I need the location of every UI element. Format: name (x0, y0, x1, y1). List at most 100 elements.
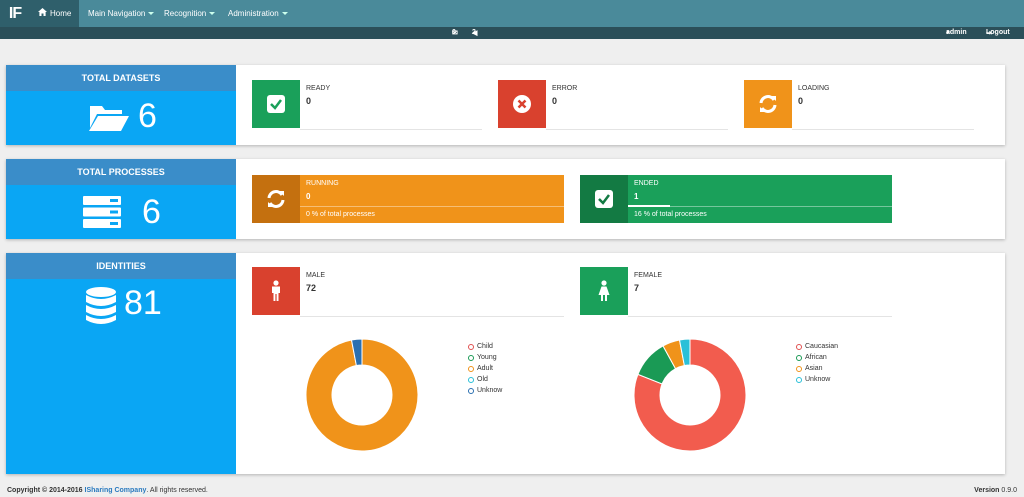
nav-main-navigation[interactable]: Main Navigation (80, 0, 162, 27)
error-label: ERROR (552, 85, 578, 92)
processes-total: 6 (142, 193, 161, 231)
server-icon (83, 196, 121, 228)
loading-value: 0 (798, 96, 804, 106)
legend-label: Young (477, 354, 497, 361)
processes-summary: TOTAL PROCESSES 6 (6, 159, 236, 239)
refresh-icon (759, 95, 777, 113)
legend-item[interactable]: Caucasian (796, 341, 838, 352)
ended-tile[interactable]: ENDED 1 16 % of total processes (580, 175, 892, 223)
check-square-icon (595, 190, 613, 208)
running-value: 0 (306, 192, 311, 201)
male-tile[interactable]: MALE 72 (252, 267, 564, 317)
legend-label: Asian (805, 365, 823, 372)
legend-swatch (468, 343, 474, 350)
running-tile[interactable]: RUNNING 0 0 % of total processes (252, 175, 564, 223)
version-info: Version 0.9.0 (974, 487, 1017, 494)
error-value: 0 (552, 96, 558, 106)
legend-item[interactable]: Unknow (796, 374, 838, 385)
error-tile[interactable]: ERROR 0 (498, 80, 728, 130)
check-square-icon (267, 95, 285, 113)
female-icon-box (580, 267, 628, 315)
database-icon (86, 287, 116, 324)
divider (300, 129, 482, 130)
times-circle-icon (513, 95, 531, 113)
footer: Copyright © 2014-2016 ISharing Company. … (0, 484, 1024, 497)
legend-item[interactable]: Adult (468, 363, 502, 374)
legend-swatch (468, 376, 474, 383)
female-label: FEMALE (634, 272, 663, 279)
legend-swatch (796, 354, 802, 361)
divider (792, 129, 974, 130)
running-desc: 0 % of total processes (306, 211, 375, 218)
female-icon (598, 280, 610, 301)
messages-count: 0 (452, 29, 456, 36)
running-progress-track (300, 206, 564, 207)
female-tile[interactable]: FEMALE 7 (580, 267, 892, 317)
loading-icon-box (744, 80, 792, 128)
identities-panel: IDENTITIES 81 MALE 72 FEMALE 7 Child Youn… (6, 253, 1005, 474)
nav-recognition[interactable]: Recognition (156, 0, 223, 27)
legend-item[interactable]: African (796, 352, 838, 363)
legend-item[interactable]: Child (468, 341, 502, 352)
status-bar: ✉ 0 ◀ 2 ● admin ⇥ Logout (0, 27, 1024, 39)
age-donut-chart (305, 338, 419, 452)
running-label: RUNNING (306, 180, 339, 187)
refresh-icon (267, 190, 285, 208)
legend-swatch (796, 376, 802, 383)
datasets-title: TOTAL DATASETS (6, 65, 236, 91)
ended-desc: 16 % of total processes (634, 211, 707, 218)
legend-swatch (468, 387, 474, 394)
nav-administration-label: Administration (228, 9, 279, 18)
ethnic-legend: Caucasian African Asian Unknow (796, 341, 838, 385)
chevron-down-icon (148, 12, 155, 16)
legend-label: Unknow (805, 376, 831, 383)
processes-title: TOTAL PROCESSES (6, 159, 236, 185)
nav-main-navigation-label: Main Navigation (88, 9, 146, 18)
identities-summary: IDENTITIES 81 (6, 253, 236, 474)
datasets-summary: TOTAL DATASETS 6 (6, 65, 236, 145)
logout-label: Logout (986, 29, 1010, 36)
ready-tile[interactable]: READY 0 (252, 80, 482, 130)
male-label: MALE (306, 272, 326, 279)
loading-tile[interactable]: LOADING 0 (744, 80, 974, 130)
app-logo[interactable]: IF (0, 0, 30, 27)
female-value: 7 (634, 283, 640, 293)
legend-item[interactable]: Unknow (468, 385, 502, 396)
legend-item[interactable]: Young (468, 352, 502, 363)
male-value: 72 (306, 283, 317, 293)
copyright-prefix: Copyright © 2014-2016 (7, 487, 83, 494)
nav-recognition-label: Recognition (164, 9, 207, 18)
divider (628, 316, 892, 317)
legend-label: Caucasian (805, 343, 839, 350)
male-icon-box (252, 267, 300, 315)
nav-administration[interactable]: Administration (220, 0, 296, 27)
ready-label: READY (306, 85, 331, 92)
legend-swatch (796, 365, 802, 372)
identities-title: IDENTITIES (6, 253, 236, 279)
divider (300, 316, 564, 317)
datasets-panel: TOTAL DATASETS 6 READY 0 ERROR 0 LOADING… (6, 65, 1005, 145)
nav-home[interactable]: Home (30, 0, 80, 27)
male-icon (272, 280, 280, 301)
home-icon (38, 0, 47, 27)
legend-item[interactable]: Asian (796, 363, 838, 374)
company-link[interactable]: ISharing Company (85, 487, 147, 494)
ethnic-donut-chart (633, 338, 747, 452)
legend-item[interactable]: Old (468, 374, 502, 385)
ended-progress-fill (628, 205, 671, 207)
ready-icon-box (252, 80, 300, 128)
processes-panel: TOTAL PROCESSES 6 RUNNING 0 0 % of total… (6, 159, 1005, 239)
version-label: Version (974, 487, 1000, 494)
ended-value: 1 (634, 192, 639, 201)
legend-label: Old (477, 376, 488, 383)
age-legend: Child Young Adult Old Unknow (468, 341, 502, 396)
folder-open-icon (89, 106, 129, 131)
nav-home-label: Home (50, 9, 72, 18)
divider (546, 129, 728, 130)
ready-value: 0 (306, 96, 312, 106)
legend-swatch (468, 354, 474, 361)
running-icon-box (252, 175, 300, 223)
legend-swatch (468, 365, 474, 372)
error-icon-box (498, 80, 546, 128)
copyright-suffix: . All rights reserved. (146, 487, 208, 494)
